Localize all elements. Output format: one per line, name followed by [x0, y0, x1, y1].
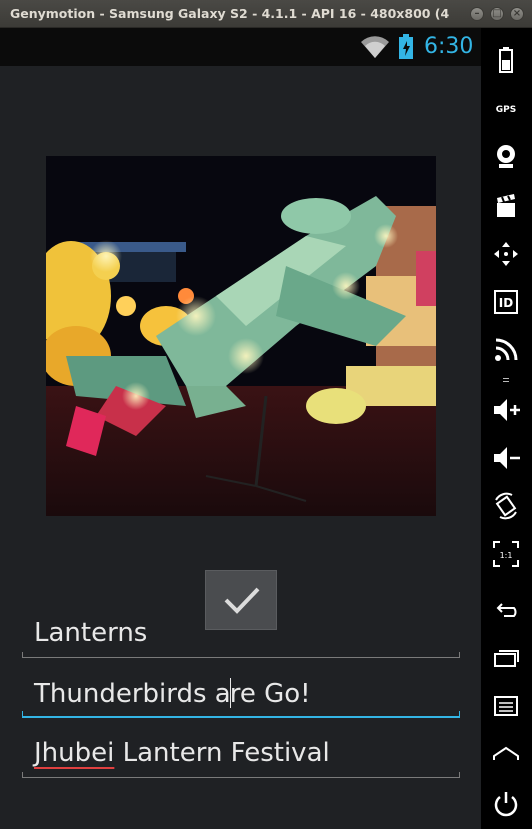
battery-icon: [499, 47, 513, 73]
gps-widget-button[interactable]: GPS: [490, 94, 522, 126]
location-value: Jhubei Lantern Festival: [34, 738, 330, 768]
android-screen: 6:30 Lanterns Thunderbirds are Go! Jhube…: [0, 28, 481, 829]
device-id-button[interactable]: ID: [490, 286, 522, 318]
caption-text-before-caret: Thunderbirds a: [34, 679, 231, 709]
maximize-button[interactable]: □: [490, 7, 504, 21]
volume-up-button[interactable]: [490, 394, 522, 426]
webcam-icon: [497, 145, 515, 168]
caption-value: Thunderbirds are Go!: [34, 678, 311, 709]
lantern-photo[interactable]: [46, 156, 436, 516]
checkmark-icon: [224, 587, 260, 614]
title-value: Lanterns: [34, 618, 148, 648]
window-titlebar: Genymotion - Samsung Galaxy S2 - 4.1.1 -…: [0, 0, 532, 28]
caption-field[interactable]: Thunderbirds are Go!: [22, 674, 460, 718]
pixel-perfect-icon: 1:1: [493, 541, 519, 567]
volume-down-button[interactable]: [490, 442, 522, 474]
minimize-button[interactable]: –: [470, 7, 484, 21]
rotate-button[interactable]: [490, 490, 522, 522]
home-icon: [493, 746, 519, 760]
close-button[interactable]: ×: [510, 7, 524, 21]
menu-icon: [494, 696, 518, 716]
title-underline: [22, 652, 460, 658]
recent-apps-button[interactable]: [490, 642, 522, 674]
genymotion-toolbar: GPS ID 1:1: [481, 28, 532, 829]
dpad-button[interactable]: [490, 238, 522, 270]
dpad-icon: [494, 242, 518, 266]
svg-text:1:1: 1:1: [500, 551, 513, 560]
menu-button[interactable]: [490, 690, 522, 722]
volume-down-icon: [494, 447, 520, 469]
pixel-perfect-button[interactable]: 1:1: [490, 538, 522, 570]
gps-icon: GPS: [495, 105, 517, 115]
power-icon: [494, 792, 518, 817]
battery-widget-button[interactable]: [490, 44, 522, 76]
rotate-icon: [495, 492, 517, 520]
recent-apps-icon: [494, 650, 519, 667]
home-button[interactable]: [490, 738, 522, 770]
caption-underline: [22, 711, 460, 718]
status-bar: 6:30: [0, 28, 481, 66]
svg-text:ID: ID: [499, 296, 513, 310]
device-id-icon: ID: [494, 290, 518, 314]
location-field[interactable]: Jhubei Lantern Festival: [22, 734, 460, 778]
status-clock: 6:30: [424, 34, 474, 59]
title-field[interactable]: Lanterns: [22, 614, 460, 658]
volume-up-icon: [494, 399, 520, 421]
location-underline: [22, 772, 460, 778]
toolbar-separator: [503, 378, 510, 385]
battery-icon: [399, 34, 413, 59]
webcam-widget-button[interactable]: [490, 140, 522, 172]
rss-network-icon: [495, 338, 518, 361]
back-button[interactable]: [490, 594, 522, 626]
back-icon: [496, 603, 517, 617]
edit-photo-form: Lanterns Thunderbirds are Go! Jhubei Lan…: [0, 66, 481, 829]
window-title: Genymotion - Samsung Galaxy S2 - 4.1.1 -…: [10, 6, 450, 21]
misspelled-word[interactable]: Jhubei: [34, 738, 114, 768]
lantern-airplane-photo-image: [46, 156, 436, 516]
video-capture-button[interactable]: [490, 190, 522, 222]
location-rest-text: Lantern Festival: [114, 738, 330, 768]
power-button[interactable]: [490, 788, 522, 820]
wifi-icon: [361, 36, 389, 58]
caption-text-after-caret: re Go!: [229, 679, 311, 709]
clapperboard-icon: [497, 194, 515, 217]
network-button[interactable]: [490, 334, 522, 366]
